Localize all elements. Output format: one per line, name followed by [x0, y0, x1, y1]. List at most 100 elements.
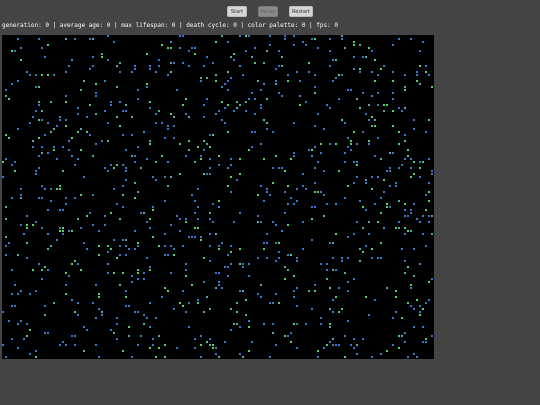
live-cell: [101, 140, 103, 142]
live-cell: [341, 257, 343, 259]
live-cell: [410, 158, 412, 160]
live-cell: [131, 155, 133, 157]
live-cell: [59, 227, 61, 229]
live-cell: [365, 296, 367, 298]
live-cell: [209, 173, 211, 175]
live-cell: [125, 110, 127, 112]
live-cell: [164, 356, 166, 358]
live-cell: [5, 158, 7, 160]
live-cell: [257, 215, 259, 217]
live-cell: [419, 161, 421, 163]
live-cell: [221, 101, 223, 103]
live-cell: [236, 311, 238, 313]
live-cell: [326, 203, 328, 205]
live-cell: [125, 254, 127, 256]
live-cell: [413, 119, 415, 121]
live-cell: [356, 344, 358, 346]
live-cell: [152, 338, 154, 340]
live-cell: [17, 347, 19, 349]
live-cell: [209, 233, 211, 235]
status-line: generation: 0 | average age: 0 | max lif…: [2, 22, 338, 29]
live-cell: [266, 122, 268, 124]
live-cell: [380, 257, 382, 259]
live-cell: [284, 212, 286, 214]
live-cell: [353, 161, 355, 163]
live-cell: [203, 281, 205, 283]
simulation-canvas[interactable]: [2, 35, 434, 359]
live-cell: [263, 83, 265, 85]
live-cell: [224, 107, 226, 109]
live-cell: [152, 236, 154, 238]
live-cell: [353, 338, 355, 340]
live-cell: [65, 125, 67, 127]
live-cell: [245, 314, 247, 316]
live-cell: [344, 47, 346, 49]
live-cell: [119, 125, 121, 127]
live-cell: [269, 194, 271, 196]
live-cell: [131, 116, 133, 118]
live-cell: [116, 203, 118, 205]
live-cell: [344, 161, 346, 163]
start-button[interactable]: Start: [227, 6, 247, 17]
live-cell: [368, 140, 370, 142]
live-cell: [137, 242, 139, 244]
live-cell: [158, 110, 160, 112]
restart-button[interactable]: Restart: [289, 6, 313, 17]
live-cell: [287, 203, 289, 205]
live-cell: [83, 80, 85, 82]
live-cell: [218, 281, 220, 283]
live-cell: [11, 293, 13, 295]
live-cell: [71, 230, 73, 232]
live-cell: [233, 221, 235, 223]
live-cell: [284, 38, 286, 40]
live-cell: [29, 353, 31, 355]
live-cell: [65, 284, 67, 286]
live-cell: [32, 224, 34, 226]
pause-button[interactable]: Pause: [258, 6, 278, 17]
live-cell: [263, 200, 265, 202]
live-cell: [80, 227, 82, 229]
live-cell: [122, 239, 124, 241]
live-cell: [281, 95, 283, 97]
live-cell: [362, 131, 364, 133]
live-cell: [86, 116, 88, 118]
live-cell: [404, 209, 406, 211]
live-cell: [413, 353, 415, 355]
live-cell: [329, 38, 331, 40]
live-cell: [98, 254, 100, 256]
live-cell: [335, 77, 337, 79]
live-cell: [281, 56, 283, 58]
live-cell: [137, 311, 139, 313]
live-cell: [179, 230, 181, 232]
live-cell: [293, 155, 295, 157]
live-cell: [335, 269, 337, 271]
live-cell: [125, 149, 127, 151]
live-cell: [74, 197, 76, 199]
live-cell: [110, 212, 112, 214]
live-cell: [431, 170, 433, 172]
live-cell: [263, 242, 265, 244]
live-cell: [122, 134, 124, 136]
live-cell: [263, 323, 265, 325]
live-cell: [356, 353, 358, 355]
live-cell: [26, 257, 28, 259]
live-cell: [98, 296, 100, 298]
live-cell: [38, 86, 40, 88]
live-cell: [38, 263, 40, 265]
live-cell: [248, 275, 250, 277]
live-cell: [224, 266, 226, 268]
live-cell: [17, 293, 19, 295]
live-cell: [215, 74, 217, 76]
live-cell: [245, 35, 247, 37]
live-cell: [428, 215, 430, 217]
live-cell: [8, 137, 10, 139]
live-cell: [95, 113, 97, 115]
live-cell: [248, 320, 250, 322]
live-cell: [95, 284, 97, 286]
live-cell: [20, 188, 22, 190]
live-cell: [428, 281, 430, 283]
live-cell: [329, 308, 331, 310]
live-cell: [371, 248, 373, 250]
live-cell: [383, 65, 385, 67]
live-cell: [191, 284, 193, 286]
